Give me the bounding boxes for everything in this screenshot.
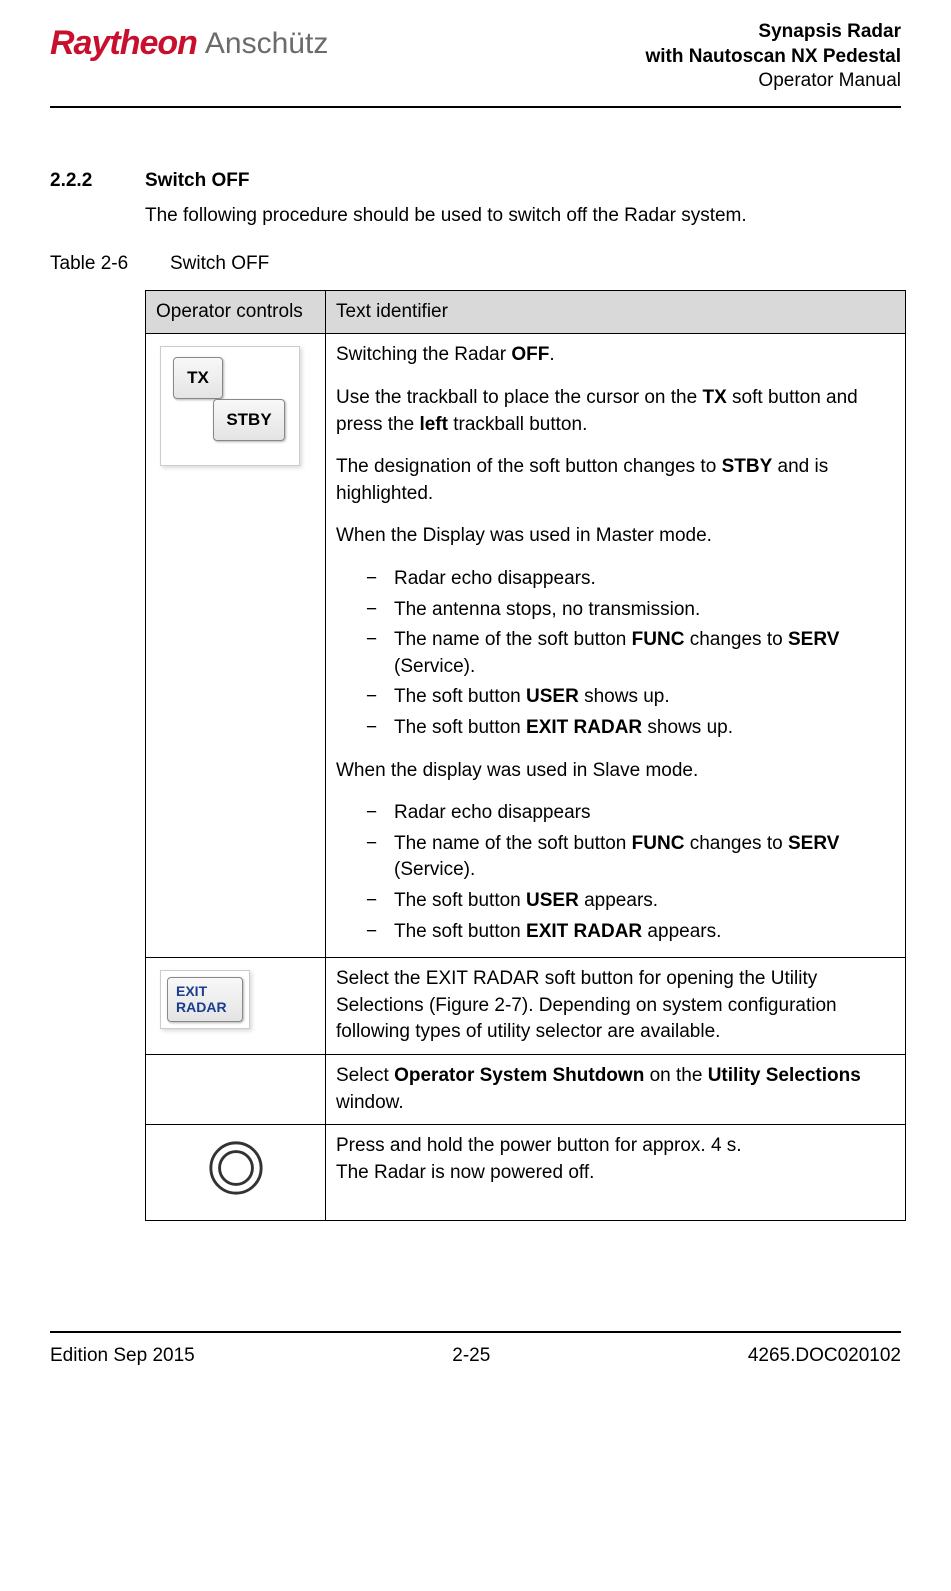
doc-title-line1: Synapsis Radar <box>645 20 901 45</box>
stby-soft-button: STBY <box>213 399 285 441</box>
footer-edition: Edition Sep 2015 <box>50 1343 195 1370</box>
operator-control-cell <box>146 1054 326 1124</box>
list-item: The soft button EXIT RADAR shows up. <box>366 715 895 742</box>
operator-control-cell <box>146 1125 326 1221</box>
table-header-col1: Operator controls <box>146 290 326 334</box>
table-row: Press and hold the power button for appr… <box>146 1125 906 1221</box>
logo-raytheon: Raytheon <box>50 20 197 68</box>
list-item: The antenna stops, no transmission. <box>366 597 895 624</box>
table-row: EXIT RADAR Select the EXIT RADAR soft bu… <box>146 958 906 1055</box>
table-caption-num: Table 2-6 <box>50 251 130 278</box>
power-button-icon <box>207 1139 265 1197</box>
section-number: 2.2.2 <box>50 168 105 195</box>
text-identifier-cell: Select Operator System Shutdown on the U… <box>326 1054 906 1124</box>
logo-anschutz: Anschütz <box>205 23 328 65</box>
paragraph: Use the trackball to place the cursor on… <box>336 385 895 438</box>
exit-radar-soft-button: EXIT RADAR <box>167 977 243 1022</box>
paragraph: When the Display was used in Master mode… <box>336 523 895 550</box>
paragraph: Press and hold the power button for appr… <box>336 1133 895 1160</box>
footer-doc-id: 4265.DOC020102 <box>748 1343 901 1370</box>
procedure-table: Operator controls Text identifier TX STB… <box>145 290 906 1221</box>
exit-radar-button-wrap: EXIT RADAR <box>160 970 250 1029</box>
list-item: The name of the soft button FUNC changes… <box>366 627 895 680</box>
list-item: Radar echo disappears. <box>366 566 895 593</box>
table-caption: Table 2-6 Switch OFF <box>50 251 901 278</box>
paragraph: Switching the Radar OFF. <box>336 342 895 369</box>
paragraph: Select the EXIT RADAR soft button for op… <box>336 966 895 1046</box>
paragraph: The Radar is now powered off. <box>336 1160 895 1187</box>
footer-page-number: 2-25 <box>452 1343 490 1370</box>
operator-control-cell: TX STBY <box>146 334 326 958</box>
page-header: Raytheon Anschütz Synapsis Radar with Na… <box>50 20 901 108</box>
list-item: Radar echo disappears <box>366 800 895 827</box>
page-footer: Edition Sep 2015 2-25 4265.DOC020102 <box>50 1331 901 1370</box>
doc-title-line2: with Nautoscan NX Pedestal <box>645 45 901 70</box>
logo-block: Raytheon Anschütz <box>50 20 328 68</box>
tx-stby-button-group: TX STBY <box>160 346 300 466</box>
doc-title-block: Synapsis Radar with Nautoscan NX Pedesta… <box>645 20 901 94</box>
section-title: Switch OFF <box>145 168 250 195</box>
paragraph: The designation of the soft button chang… <box>336 454 895 507</box>
slave-mode-list: Radar echo disappears The name of the so… <box>336 800 895 945</box>
table-row: Select Operator System Shutdown on the U… <box>146 1054 906 1124</box>
text-identifier-cell: Select the EXIT RADAR soft button for op… <box>326 958 906 1055</box>
list-item: The soft button USER shows up. <box>366 684 895 711</box>
master-mode-list: Radar echo disappears. The antenna stops… <box>336 566 895 742</box>
tx-soft-button: TX <box>173 357 223 399</box>
table-row: TX STBY Switching the Radar OFF. Use the… <box>146 334 906 958</box>
doc-title-line3: Operator Manual <box>645 69 901 94</box>
table-header-col2: Text identifier <box>326 290 906 334</box>
paragraph: When the display was used in Slave mode. <box>336 758 895 785</box>
text-identifier-cell: Switching the Radar OFF. Use the trackba… <box>326 334 906 958</box>
operator-control-cell: EXIT RADAR <box>146 958 326 1055</box>
paragraph: Select Operator System Shutdown on the U… <box>336 1063 895 1116</box>
section-heading: 2.2.2 Switch OFF <box>50 168 901 195</box>
list-item: The soft button EXIT RADAR appears. <box>366 919 895 946</box>
text-identifier-cell: Press and hold the power button for appr… <box>326 1125 906 1221</box>
table-caption-text: Switch OFF <box>170 251 269 278</box>
list-item: The soft button USER appears. <box>366 888 895 915</box>
list-item: The name of the soft button FUNC changes… <box>366 831 895 884</box>
section-intro: The following procedure should be used t… <box>145 203 901 230</box>
